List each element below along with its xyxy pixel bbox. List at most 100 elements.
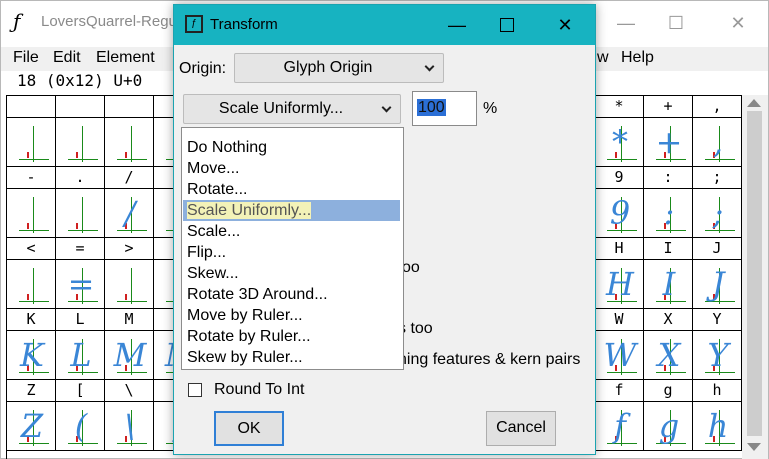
glyph-label-cell[interactable]: <: [7, 238, 56, 260]
glyph-label-cell[interactable]: Z: [7, 380, 56, 402]
glyph-label-cell[interactable]: [105, 96, 154, 118]
dropdown-option[interactable]: Skew by Ruler...: [183, 347, 400, 368]
glyph-label-cell[interactable]: \: [105, 380, 154, 402]
glyph-label-cell[interactable]: -: [7, 167, 56, 189]
glyph-label-cell[interactable]: M: [105, 309, 154, 331]
dropdown-option[interactable]: Move by Ruler...: [183, 305, 400, 326]
glyph-cell[interactable]: I: [644, 260, 693, 309]
glyph-label-cell[interactable]: [7, 96, 56, 118]
glyph-cell[interactable]: =: [56, 260, 105, 309]
glyph-cell[interactable]: h: [693, 402, 742, 451]
dropdown-option[interactable]: Rotate by Ruler...: [183, 326, 400, 347]
glyph-label-cell[interactable]: +: [644, 96, 693, 118]
glyph-cell[interactable]: M: [105, 331, 154, 380]
advance-width-line: [82, 197, 83, 233]
glyph-cell[interactable]: J: [693, 260, 742, 309]
glyph-preview: 9: [609, 194, 631, 232]
glyph-label-cell[interactable]: *: [595, 96, 644, 118]
glyph-cell[interactable]: :: [644, 189, 693, 238]
glyph-label-cell[interactable]: [56, 96, 105, 118]
transform-action-select[interactable]: Scale Uniformly...: [183, 94, 401, 124]
glyph-cell[interactable]: [105, 118, 154, 167]
dialog-maximize-icon[interactable]: [500, 18, 514, 32]
round-to-int-checkbox[interactable]: [188, 383, 202, 397]
glyph-label-cell[interactable]: .: [56, 167, 105, 189]
round-to-int-label[interactable]: Round To Int: [214, 381, 304, 399]
glyph-label-cell[interactable]: >: [105, 238, 154, 260]
dropdown-option[interactable]: Flip...: [183, 242, 400, 263]
glyph-label-cell[interactable]: Y: [693, 309, 742, 331]
glyph-label-cell[interactable]: J: [693, 238, 742, 260]
glyph-label-cell[interactable]: =: [56, 238, 105, 260]
glyph-cell[interactable]: W: [595, 331, 644, 380]
glyph-cell[interactable]: ;: [693, 189, 742, 238]
scroll-up-arrow-icon[interactable]: [747, 99, 761, 107]
glyph-label-cell[interactable]: g: [644, 380, 693, 402]
origin-marker: [27, 223, 29, 229]
glyph-cell[interactable]: [56, 118, 105, 167]
menu-help[interactable]: Help: [621, 49, 654, 67]
glyph-cell[interactable]: Z: [7, 402, 56, 451]
dropdown-option[interactable]: Scale...: [183, 221, 400, 242]
ok-button[interactable]: OK: [214, 411, 284, 446]
glyph-cell[interactable]: /: [105, 189, 154, 238]
glyph-cell[interactable]: \: [105, 402, 154, 451]
glyph-label-cell[interactable]: ;: [693, 167, 742, 189]
glyph-cell[interactable]: g: [644, 402, 693, 451]
glyph-label-cell[interactable]: X: [644, 309, 693, 331]
glyph-label-cell[interactable]: I: [644, 238, 693, 260]
glyph-cell[interactable]: [7, 260, 56, 309]
close-icon[interactable]: ✕: [723, 11, 753, 35]
glyph-label-cell[interactable]: f: [595, 380, 644, 402]
glyph-cell[interactable]: H: [595, 260, 644, 309]
menu-element[interactable]: Element: [96, 49, 155, 67]
glyph-label-cell[interactable]: H: [595, 238, 644, 260]
glyph-cell[interactable]: L: [56, 331, 105, 380]
glyph-label-cell[interactable]: W: [595, 309, 644, 331]
percent-sign: %: [483, 100, 498, 117]
glyph-label-cell[interactable]: L: [56, 309, 105, 331]
dropdown-option[interactable]: Do Nothing: [183, 137, 400, 158]
glyph-label-cell[interactable]: [: [56, 380, 105, 402]
dialog-close-icon[interactable]: ✕: [550, 13, 580, 37]
glyph-cell[interactable]: 9: [595, 189, 644, 238]
glyph-label-cell[interactable]: 9: [595, 167, 644, 189]
glyph-cell[interactable]: ,: [693, 118, 742, 167]
minimize-icon[interactable]: —: [611, 11, 641, 35]
cancel-button[interactable]: Cancel: [486, 411, 556, 446]
glyph-preview: =: [67, 265, 95, 303]
glyph-cell[interactable]: K: [7, 331, 56, 380]
dialog-minimize-icon[interactable]: —: [442, 13, 472, 37]
dropdown-option[interactable]: Skew...: [183, 263, 400, 284]
glyph-label-cell[interactable]: h: [693, 380, 742, 402]
glyph-cell[interactable]: *: [595, 118, 644, 167]
dropdown-option[interactable]: Move...: [183, 158, 400, 179]
dropdown-option[interactable]: Rotate 3D Around...: [183, 284, 400, 305]
glyph-cell[interactable]: f: [595, 402, 644, 451]
dropdown-option[interactable]: Scale Uniformly...: [183, 200, 400, 221]
glyph-cell[interactable]: [105, 260, 154, 309]
menu-edit[interactable]: Edit: [53, 49, 81, 67]
scale-percent-input[interactable]: 100: [412, 91, 477, 126]
transform-dialog: ƒ Transform — ✕ Origin: Glyph Origin Sca…: [173, 4, 596, 455]
maximize-icon[interactable]: ☐: [661, 11, 691, 35]
menu-file[interactable]: File: [13, 49, 39, 67]
glyph-cell[interactable]: [7, 118, 56, 167]
dropdown-option[interactable]: Rotate...: [183, 179, 400, 200]
glyph-cell[interactable]: Y: [693, 331, 742, 380]
glyph-preview: h: [707, 407, 729, 445]
menu-window[interactable]: w: [597, 49, 609, 67]
glyph-label-cell[interactable]: K: [7, 309, 56, 331]
scrollbar-thumb[interactable]: [747, 111, 762, 436]
scroll-down-arrow-icon[interactable]: [747, 443, 761, 451]
glyph-cell[interactable]: X: [644, 331, 693, 380]
glyph-cell[interactable]: +: [644, 118, 693, 167]
glyph-cell[interactable]: [7, 189, 56, 238]
glyph-label-cell[interactable]: :: [644, 167, 693, 189]
origin-select[interactable]: Glyph Origin: [234, 53, 444, 83]
glyph-label-cell[interactable]: /: [105, 167, 154, 189]
glyph-label-cell[interactable]: ,: [693, 96, 742, 118]
hidden-option-text-kern: ning features & kern pairs: [398, 351, 581, 368]
glyph-cell[interactable]: (: [56, 402, 105, 451]
glyph-cell[interactable]: [56, 189, 105, 238]
